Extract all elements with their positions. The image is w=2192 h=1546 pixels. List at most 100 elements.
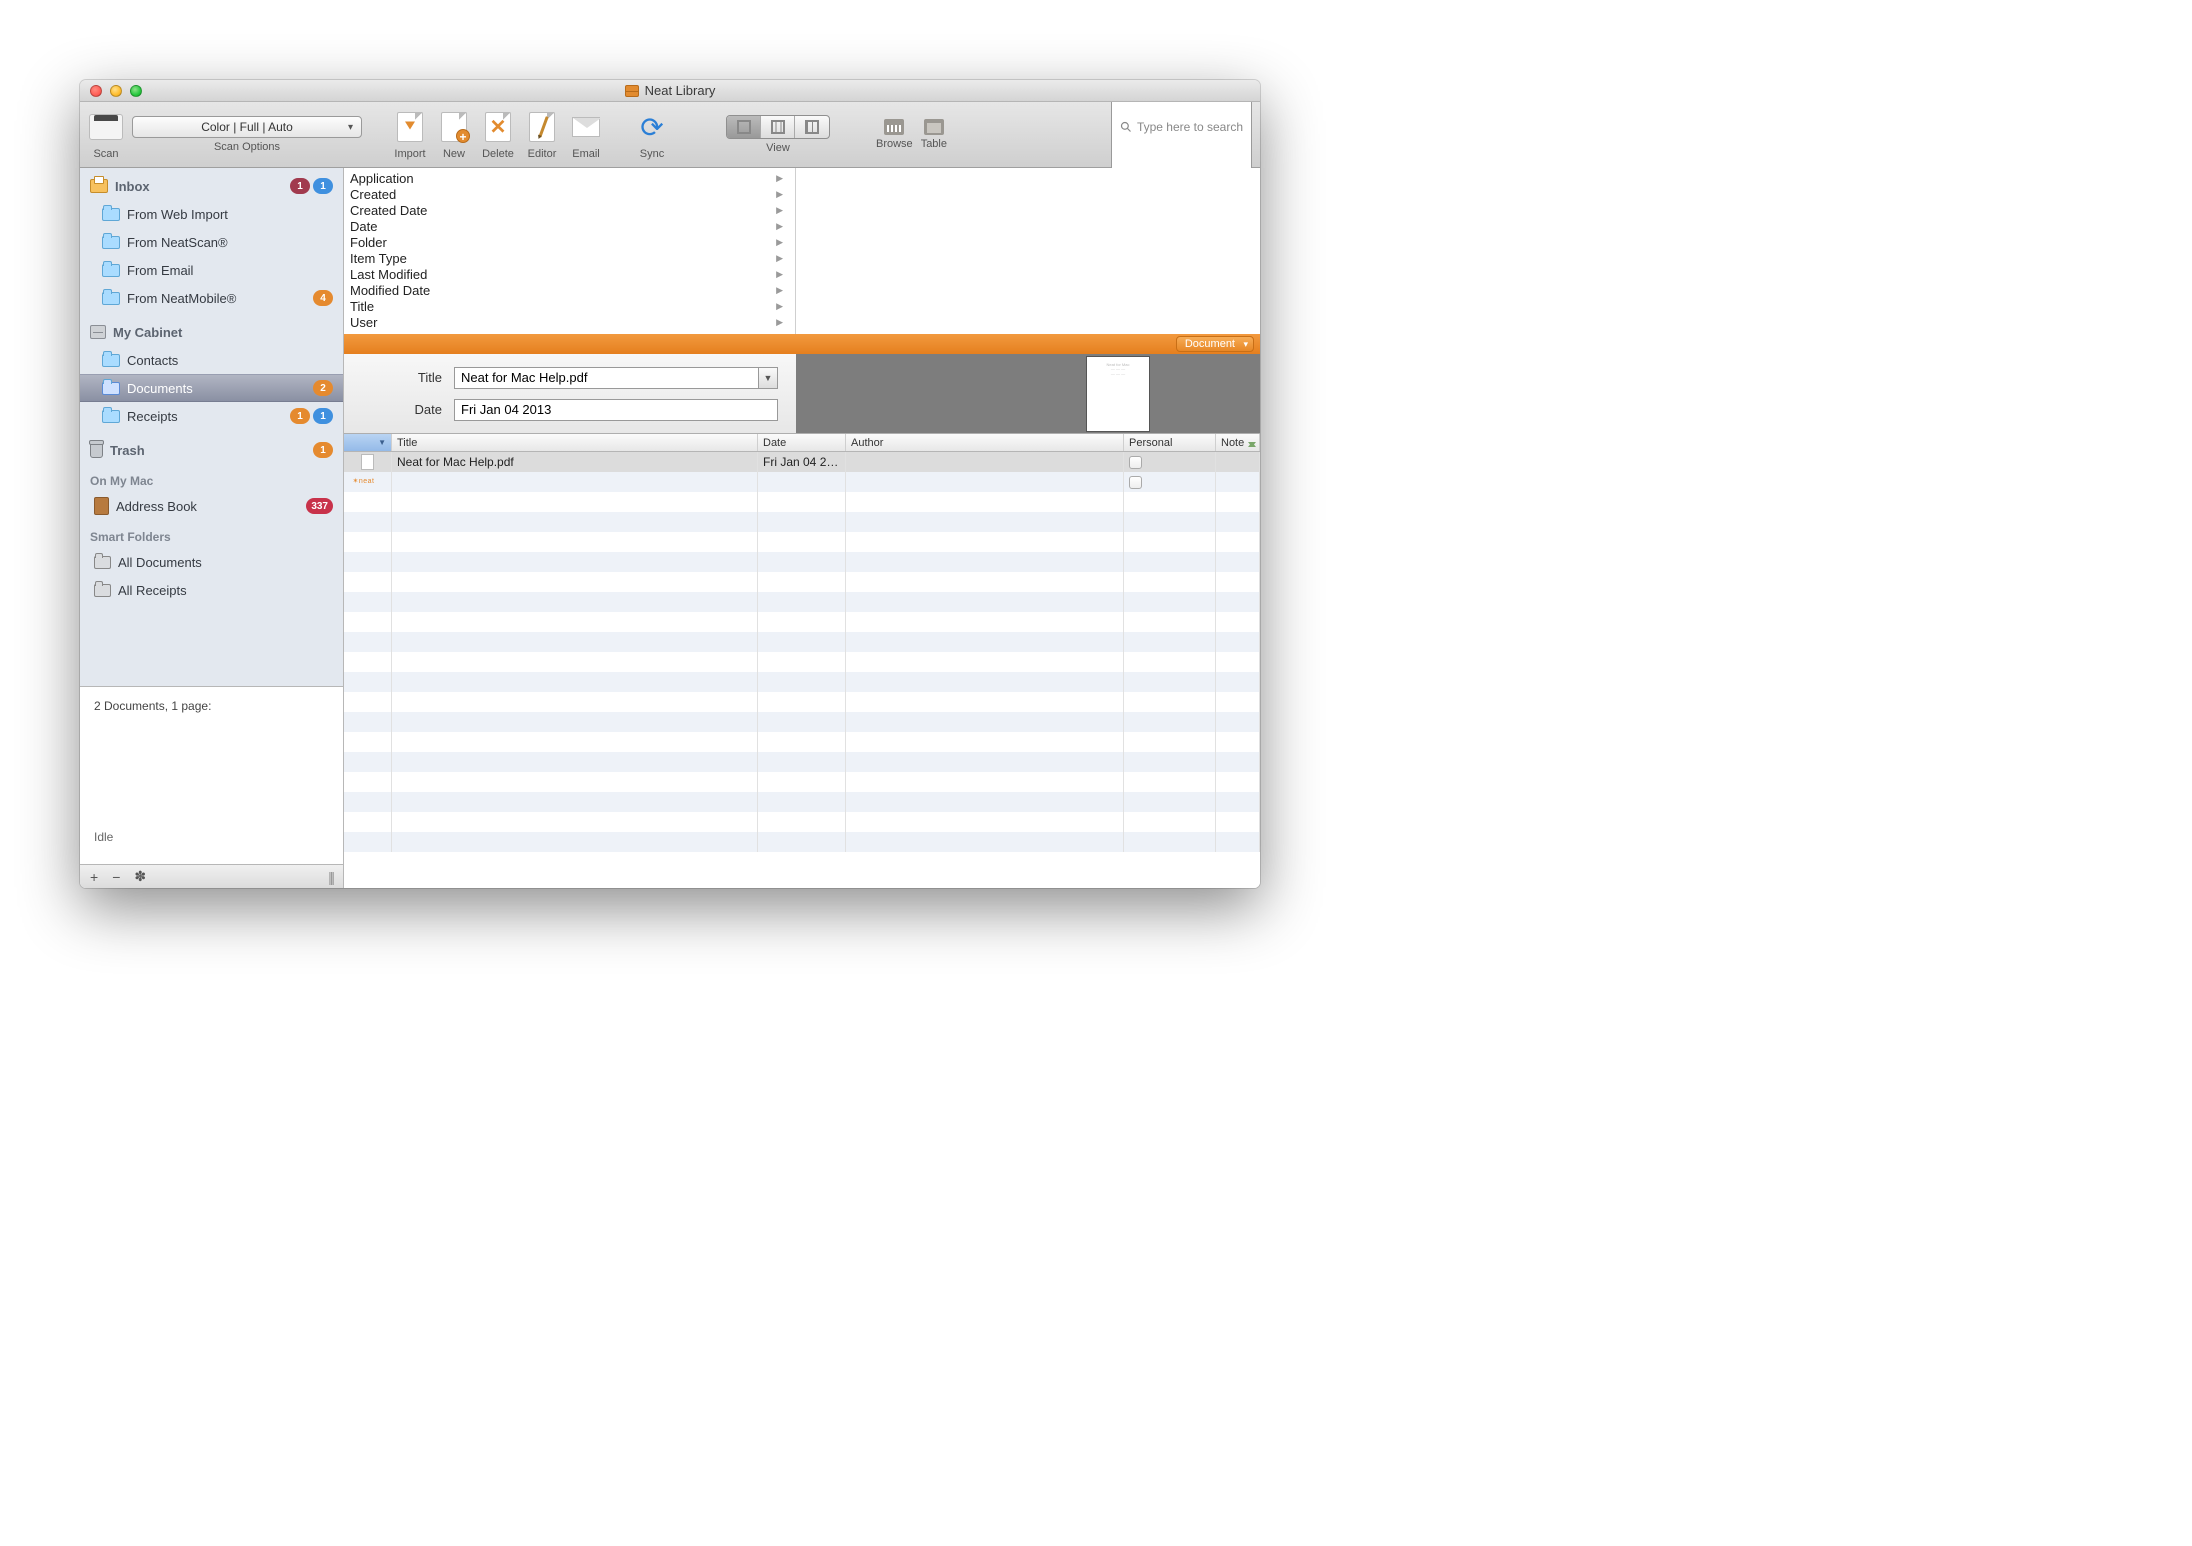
folder-action-button[interactable]: ✽	[134, 868, 146, 885]
filter-row[interactable]: User▶	[350, 314, 789, 330]
scan-options-dropdown[interactable]: Color | Full | Auto	[132, 116, 362, 138]
filter-category-list[interactable]: Application▶Created▶Created Date▶Date▶Fo…	[344, 168, 796, 334]
table-row[interactable]	[344, 632, 1260, 652]
sidebar-item-email[interactable]: From Email	[80, 256, 343, 284]
filter-row[interactable]: Created▶	[350, 186, 789, 202]
sidebar-item-all-receipts[interactable]: All Receipts	[80, 576, 343, 604]
smart-folder-icon	[94, 556, 111, 569]
sidebar-item-documents[interactable]: Documents2	[80, 374, 343, 402]
filter-row[interactable]: Date▶	[350, 218, 789, 234]
editor-button[interactable]	[524, 109, 560, 145]
table-row[interactable]	[344, 812, 1260, 832]
inbox-icon	[90, 179, 108, 193]
personal-checkbox[interactable]	[1129, 456, 1142, 469]
document-thumbnail[interactable]: Neat for Mac— — —— — —	[1086, 356, 1150, 432]
browse-icon	[884, 119, 904, 135]
date-input[interactable]	[454, 399, 778, 421]
filter-row[interactable]: Modified Date▶	[350, 282, 789, 298]
browse-button[interactable]	[884, 119, 904, 135]
view-single-button[interactable]	[727, 116, 761, 138]
col-title[interactable]: Title	[392, 434, 758, 451]
table-row[interactable]: ✶neat	[344, 472, 1260, 492]
sidebar-scroll[interactable]: Inbox11 From Web Import From NeatScan® F…	[80, 168, 343, 686]
search-icon	[1120, 121, 1132, 133]
col-thumb[interactable]	[344, 434, 392, 451]
sync-button[interactable]: ⟳	[634, 109, 670, 145]
cabinet-label: My Cabinet	[113, 325, 182, 340]
view-columns-button[interactable]	[795, 116, 829, 138]
content-area: Inbox11 From Web Import From NeatScan® F…	[80, 168, 1260, 888]
window-title: Neat Library	[80, 83, 1260, 98]
sidebar-item-receipts[interactable]: Receipts11	[80, 402, 343, 430]
sidebar: Inbox11 From Web Import From NeatScan® F…	[80, 168, 344, 888]
document-table: Title Date Author Personal Note Neat for…	[344, 434, 1260, 888]
table-row[interactable]	[344, 492, 1260, 512]
filter-row[interactable]: Created Date▶	[350, 202, 789, 218]
filter-row[interactable]: Folder▶	[350, 234, 789, 250]
import-button[interactable]	[392, 109, 428, 145]
zoom-window-button[interactable]	[130, 85, 142, 97]
table-row[interactable]	[344, 612, 1260, 632]
filter-row[interactable]: Title▶	[350, 298, 789, 314]
add-folder-button[interactable]: +	[90, 869, 98, 885]
table-row[interactable]	[344, 692, 1260, 712]
table-row[interactable]	[344, 672, 1260, 692]
filter-row[interactable]: Last Modified▶	[350, 266, 789, 282]
table-label: Table	[921, 138, 947, 150]
sidebar-smart-header: Smart Folders	[80, 520, 343, 548]
sidebar-cabinet-header[interactable]: My Cabinet	[80, 318, 343, 346]
remove-folder-button[interactable]: −	[112, 869, 120, 885]
search-placeholder: Type here to search	[1137, 120, 1243, 134]
sidebar-item-contacts[interactable]: Contacts	[80, 346, 343, 374]
minimize-window-button[interactable]	[110, 85, 122, 97]
document-type-dropdown[interactable]: Document	[1176, 336, 1254, 352]
personal-checkbox[interactable]	[1129, 476, 1142, 489]
filter-row[interactable]: Application▶	[350, 170, 789, 186]
col-personal[interactable]: Personal	[1124, 434, 1216, 451]
filter-row[interactable]: Item Type▶	[350, 250, 789, 266]
sidebar-item-addressbook[interactable]: Address Book337	[80, 492, 343, 520]
delete-button[interactable]: ✕	[480, 109, 516, 145]
table-row[interactable]	[344, 752, 1260, 772]
scan-button[interactable]	[88, 109, 124, 145]
table-row[interactable]	[344, 572, 1260, 592]
folder-icon	[102, 236, 120, 249]
title-dropdown-button[interactable]: ▼	[758, 367, 778, 389]
col-note[interactable]: Note	[1216, 434, 1260, 451]
title-input[interactable]	[454, 367, 758, 389]
sidebar-trash-header[interactable]: Trash1	[80, 436, 343, 464]
sidebar-item-neatscan[interactable]: From NeatScan®	[80, 228, 343, 256]
sidebar-item-web-import[interactable]: From Web Import	[80, 200, 343, 228]
sidebar-resize-grip[interactable]: |||	[328, 869, 333, 885]
browse-label: Browse	[876, 138, 913, 150]
close-window-button[interactable]	[90, 85, 102, 97]
table-row[interactable]	[344, 532, 1260, 552]
view-grid-button[interactable]	[761, 116, 795, 138]
table-row[interactable]	[344, 712, 1260, 732]
col-date[interactable]: Date	[758, 434, 846, 451]
table-row[interactable]: Neat for Mac Help.pdfFri Jan 04 2…	[344, 452, 1260, 472]
table-row[interactable]	[344, 732, 1260, 752]
table-row[interactable]	[344, 832, 1260, 852]
grid-icon	[771, 120, 785, 134]
table-row[interactable]	[344, 552, 1260, 572]
table-row[interactable]	[344, 652, 1260, 672]
email-button[interactable]	[568, 109, 604, 145]
sidebar-inbox-header[interactable]: Inbox11	[80, 172, 343, 200]
new-button[interactable]: +	[436, 109, 472, 145]
table-row[interactable]	[344, 592, 1260, 612]
sync-label: Sync	[640, 148, 664, 160]
table-body[interactable]: Neat for Mac Help.pdfFri Jan 04 2…✶neat	[344, 452, 1260, 888]
table-row[interactable]	[344, 792, 1260, 812]
sidebar-item-all-documents[interactable]: All Documents	[80, 548, 343, 576]
view-group: View	[726, 115, 830, 154]
table-row[interactable]	[344, 772, 1260, 792]
table-row[interactable]	[344, 512, 1260, 532]
sidebar-item-neatmobile[interactable]: From NeatMobile®4	[80, 284, 343, 312]
table-button[interactable]	[924, 119, 944, 135]
folder-icon	[102, 354, 120, 367]
col-author[interactable]: Author	[846, 434, 1124, 451]
delete-icon: ✕	[485, 112, 511, 142]
sidebar-status: 2 Documents, 1 page: Idle	[80, 686, 343, 864]
title-combo[interactable]: ▼	[454, 367, 778, 389]
